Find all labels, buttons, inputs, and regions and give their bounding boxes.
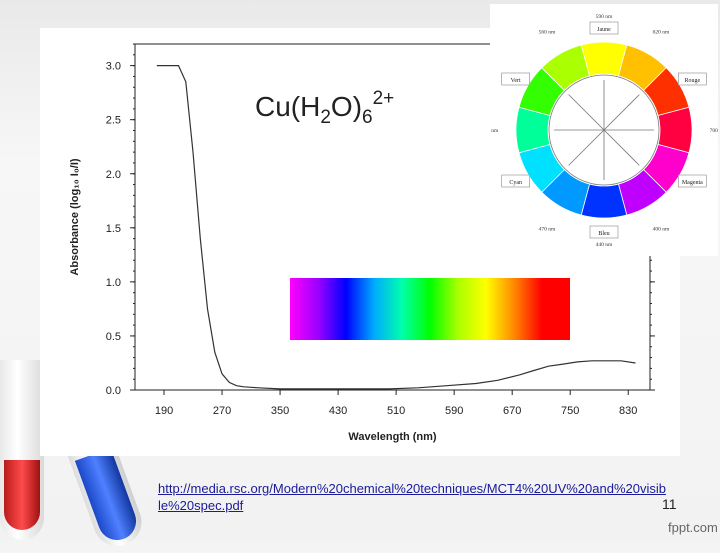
x-tick-label: 830: [619, 405, 637, 417]
source-link[interactable]: http://media.rsc.org/Modern%20chemical%2…: [158, 480, 668, 514]
y-tick-label: 0.0: [106, 385, 121, 397]
x-tick-label: 190: [155, 405, 173, 417]
y-tick-label: 1.0: [106, 277, 121, 289]
y-tick-label: 2.5: [106, 115, 121, 127]
wavelength-label: 700 nm: [710, 128, 718, 134]
wavelength-label: 400 nm: [653, 227, 670, 233]
color-name-label: Bleu: [598, 231, 609, 237]
test-tube-red-image: [0, 360, 44, 540]
y-tick-label: 3.0: [106, 61, 121, 73]
wavelength-label: 500 nm: [490, 128, 499, 134]
formula-part: Cu(H: [255, 91, 321, 122]
wavelength-label: 560 nm: [539, 29, 556, 35]
wavelength-label: 590 nm: [596, 14, 613, 20]
formula-charge: 2+: [372, 88, 395, 109]
wavelength-label: 440 nm: [596, 242, 613, 248]
x-tick-label: 430: [329, 405, 347, 417]
color-wheel-figure: Jaune Rouge Magenta Bleu Cyan Vert 590 nm 620 n…: [482, 4, 720, 256]
color-name-label: Jaune: [597, 27, 611, 33]
x-tick-label: 510: [387, 405, 405, 417]
x-tick-label: 590: [445, 405, 463, 417]
color-wheel: Jaune Rouge Magenta Bleu Cyan Vert 590 nm 620 n…: [482, 14, 720, 248]
visible-spectrum-bar: [290, 278, 570, 340]
color-name-label: Magenta: [682, 180, 703, 186]
color-name-label: Vert: [511, 78, 521, 84]
y-tick-label: 1.5: [106, 223, 121, 235]
slide-number: 11: [662, 496, 677, 512]
x-tick-label: 750: [561, 405, 579, 417]
wavelength-label: 470 nm: [539, 227, 556, 233]
color-name-label: Cyan: [509, 180, 522, 186]
wavelength-label: 620 nm: [653, 29, 670, 35]
x-tick-label: 670: [503, 405, 521, 417]
x-tick-label: 350: [271, 405, 289, 417]
formula-part: O): [330, 91, 363, 122]
y-tick-label: 2.0: [106, 169, 121, 181]
y-axis-label: Absorbance (log₁₀ I₀/I): [69, 158, 81, 275]
x-tick-label: 270: [213, 405, 231, 417]
color-name-label: Rouge: [684, 78, 700, 84]
complex-formula: Cu(H2O)62+: [255, 88, 394, 129]
watermark: fppt.com: [668, 520, 718, 535]
formula-subscript: 6: [362, 107, 373, 128]
x-axis-label: Wavelength (nm): [348, 431, 437, 443]
formula-subscript: 2: [320, 107, 331, 128]
y-tick-label: 0.5: [106, 331, 121, 343]
